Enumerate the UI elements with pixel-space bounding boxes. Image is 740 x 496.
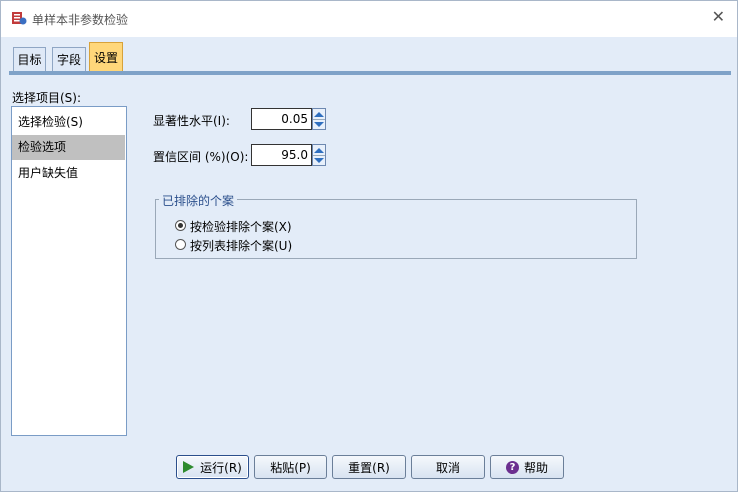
select-item-list[interactable]: 选择检验(S) 检验选项 用户缺失值 — [11, 106, 127, 436]
tab-fields[interactable]: 字段 — [52, 47, 86, 71]
tab-divider — [9, 71, 731, 75]
app-icon — [12, 12, 27, 25]
dialog-window: 单样本非参数检验 ✕ 目标 字段 设置 选择项目(S): 选择检验(S) 检验选… — [0, 0, 738, 492]
confidence-spin-buttons — [312, 144, 326, 166]
spin-down-icon[interactable] — [313, 155, 325, 165]
list-item-user-missing[interactable]: 用户缺失值 — [12, 161, 125, 186]
run-button-label: 运行(R) — [200, 460, 242, 475]
exclude-listwise-label[interactable]: 按列表排除个案(U) — [190, 237, 292, 254]
significance-input[interactable]: 0.05 — [251, 108, 312, 130]
exclude-by-test-label[interactable]: 按检验排除个案(X) — [190, 218, 292, 235]
paste-button-label: 粘贴(P) — [270, 460, 311, 475]
reset-button[interactable]: 重置(R) — [332, 455, 406, 479]
cancel-button-label: 取消 — [435, 460, 460, 475]
paste-button[interactable]: 粘贴(P) — [254, 455, 327, 479]
play-icon — [183, 461, 195, 473]
close-icon[interactable]: ✕ — [712, 9, 725, 25]
list-item-test-options[interactable]: 检验选项 — [12, 135, 125, 160]
window-title: 单样本非参数检验 — [32, 13, 129, 27]
exclude-listwise-radio[interactable] — [175, 239, 186, 250]
tab-settings[interactable]: 设置 — [89, 42, 123, 72]
select-item-label: 选择项目(S): — [12, 91, 82, 105]
help-button-label: 帮助 — [523, 460, 548, 475]
help-button[interactable]: ? 帮助 — [490, 455, 564, 479]
reset-button-label: 重置(R) — [348, 460, 390, 475]
title-bar: 单样本非参数检验 ✕ — [1, 1, 737, 37]
list-item-choose-tests[interactable]: 选择检验(S) — [12, 110, 125, 135]
confidence-stepper: 95.0 — [251, 144, 327, 166]
spin-down-icon[interactable] — [313, 119, 325, 129]
significance-stepper: 0.05 — [251, 108, 327, 130]
help-icon: ? — [505, 460, 519, 474]
exclude-by-test-radio[interactable] — [175, 220, 186, 231]
confidence-input[interactable]: 95.0 — [251, 144, 312, 166]
excluded-cases-title: 已排除的个案 — [159, 192, 238, 209]
cancel-button[interactable]: 取消 — [411, 455, 485, 479]
run-button[interactable]: 运行(R) — [176, 455, 249, 479]
significance-spin-buttons — [312, 108, 326, 130]
tab-target[interactable]: 目标 — [13, 47, 46, 71]
confidence-label: 置信区间 (%)(O): — [153, 150, 249, 164]
significance-label: 显著性水平(I): — [153, 114, 230, 128]
